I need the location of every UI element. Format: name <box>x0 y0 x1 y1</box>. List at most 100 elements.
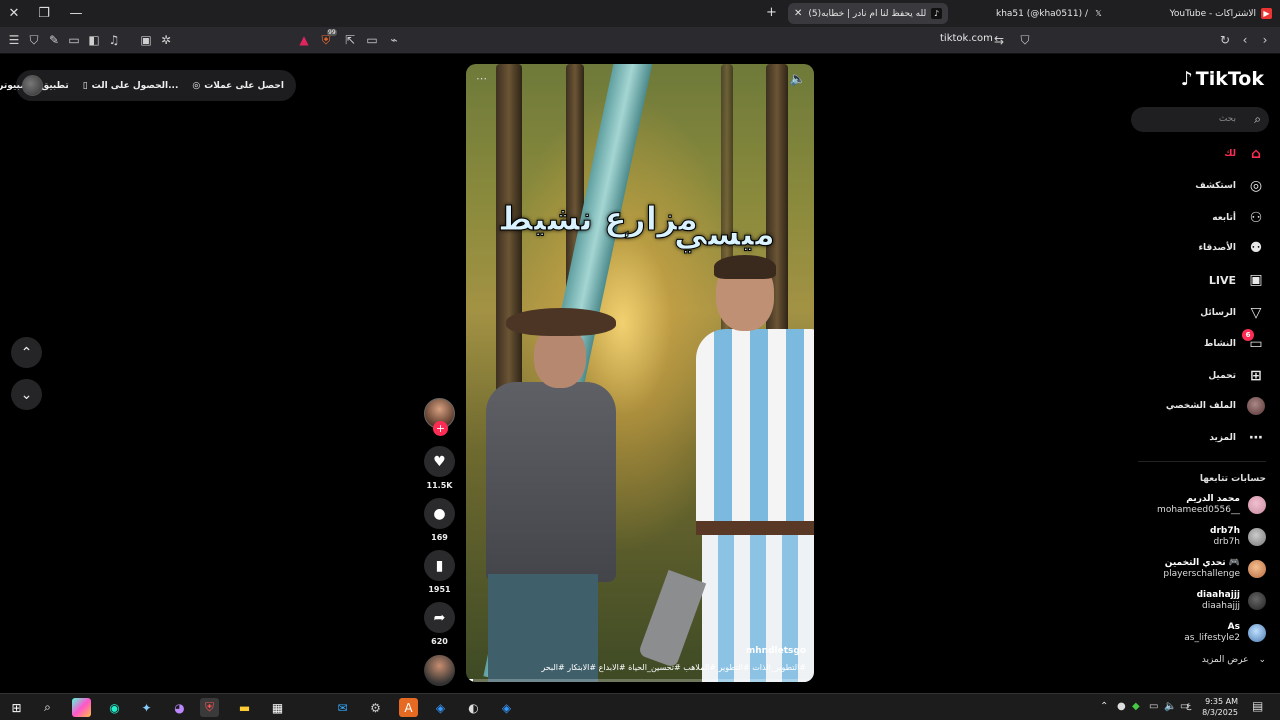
reload-icon[interactable]: ↻ <box>1217 32 1233 48</box>
brush-icon[interactable]: ✎ <box>46 32 62 48</box>
minimize-window-icon[interactable]: — <box>62 0 90 27</box>
nav-messages[interactable]: ▽ الرسائل <box>1200 302 1266 324</box>
followed-account[interactable]: تحدي التخمين 🎮 playerschallenge <box>1163 558 1266 580</box>
edge-icon[interactable]: ◉ <box>105 698 124 717</box>
tab-youtube[interactable]: YouTube - الاشتراكات ▶ <box>1160 3 1278 24</box>
get-mobile-app-button[interactable]: ▯ الحصول على الت... <box>83 81 179 91</box>
network-icon[interactable]: ▭ <box>1149 701 1158 712</box>
nav-friends[interactable]: ⚉ الأصدقاء <box>1198 237 1266 259</box>
get-coins-button[interactable]: ◎ احصل على عملات <box>192 81 284 91</box>
restore-window-icon[interactable]: ❐ <box>30 0 58 27</box>
search-input[interactable]: بحث ⌕ <box>1131 107 1269 132</box>
tiktok-logo[interactable]: ♪ TikTok <box>1181 68 1264 90</box>
chevron-up-icon[interactable]: ⌃ <box>1100 701 1108 712</box>
followed-account[interactable]: محمد الدريم mohameed0556__ <box>1157 494 1266 516</box>
user-avatar[interactable] <box>22 75 43 96</box>
music-icon[interactable]: ♫ <box>106 32 122 48</box>
followed-account[interactable]: diaahajjj diaahajjj <box>1197 590 1266 612</box>
shield-icon[interactable]: ⛉ <box>26 32 42 48</box>
nav-following[interactable]: ⚇ أتابعه <box>1212 207 1266 229</box>
tabs-icon[interactable]: ▭ <box>66 32 82 48</box>
share-action[interactable]: ➦ 620 <box>424 602 455 646</box>
app-blue-icon[interactable]: ◈ <box>497 698 516 717</box>
app-a-icon[interactable]: A <box>399 698 418 717</box>
search-icon[interactable]: ⌕ <box>38 698 57 717</box>
brave-shields-icon[interactable]: ⛨ 99 <box>318 29 337 48</box>
video-author[interactable]: mhndletsgo <box>746 646 806 656</box>
previous-video-button[interactable]: ⌃ <box>11 337 42 368</box>
tab-tiktok[interactable]: ✕ (5)الله يحفظ لنا ام نادر | خطابه ♪ <box>788 3 948 24</box>
nav-more[interactable]: ⋯ المزيد <box>1209 427 1266 449</box>
save-count: 1951 <box>428 585 451 594</box>
nav-activity[interactable]: ▭ 6 النشاط <box>1204 329 1266 355</box>
file-explorer-icon[interactable]: ▬ <box>235 698 254 717</box>
back-icon[interactable]: ‹ <box>1237 32 1253 48</box>
following-accounts-title: حسابات تتابعها <box>1199 474 1266 484</box>
share-arrow-icon[interactable]: ➦ <box>424 602 455 633</box>
network-app-icon[interactable]: ◆ <box>1132 701 1140 712</box>
share-icon[interactable]: ⇱ <box>342 32 358 48</box>
more-options-icon[interactable]: ⋯ <box>476 72 487 85</box>
send-icon: ▽ <box>1250 305 1262 321</box>
comment-icon[interactable]: ● <box>424 498 455 529</box>
followed-account[interactable]: As as_lifestyle2 <box>1184 622 1266 644</box>
brave-icon[interactable]: ⛨ <box>200 698 219 717</box>
nav-profile[interactable]: الملف الشخصي <box>1166 395 1266 417</box>
windows-start-icon[interactable]: ⊞ <box>7 698 26 717</box>
store-icon[interactable]: ▦ <box>268 698 287 717</box>
compass-icon: ◎ <box>1249 178 1263 194</box>
sound-avatar[interactable] <box>424 655 455 686</box>
creator-avatar[interactable]: + <box>424 398 455 436</box>
sidebar-icon[interactable]: ◧ <box>86 32 102 48</box>
bookmark-icon[interactable]: ▮ <box>424 550 455 581</box>
video-caption-farmer: مزارع نشيط <box>497 199 699 239</box>
chrome-icon[interactable]: ◐ <box>464 698 483 717</box>
forward-icon[interactable]: › <box>1257 32 1273 48</box>
video-player[interactable]: مزارع نشيط ميسي ⋯ 🔈 mhndletsgo #التطوير_… <box>466 64 814 682</box>
discord-icon[interactable]: ◕ <box>170 698 189 717</box>
menu-icon[interactable]: ☰ <box>6 32 22 48</box>
translate-icon[interactable]: ⌁ <box>386 32 402 48</box>
nav-upload[interactable]: ⊞ تحميل <box>1208 365 1266 387</box>
activity-badge: 6 <box>1242 329 1254 341</box>
address-bar[interactable]: tiktok.com <box>940 33 993 44</box>
comment-action[interactable]: ● 169 <box>424 498 455 542</box>
tab-x[interactable]: kha51 (@kha0511) / خالد/ X 𝕏 <box>990 3 1110 24</box>
volume-icon[interactable]: 🔈 <box>790 72 806 87</box>
bookmark-icon[interactable]: ⛉ <box>1017 32 1033 48</box>
account-avatar <box>1248 528 1266 546</box>
nav-live[interactable]: ▣ LIVE <box>1209 269 1266 291</box>
wallet-icon[interactable]: ▣ <box>138 32 154 48</box>
microphone-icon[interactable]: ● <box>1117 701 1126 712</box>
like-action[interactable]: ♥ 11.5K <box>424 446 455 490</box>
steam-icon[interactable]: ✦ <box>137 698 156 717</box>
brave-rewards-icon[interactable]: ▲ <box>296 32 312 48</box>
extensions-icon[interactable]: ✲ <box>158 32 174 48</box>
speaker-icon[interactable]: 🔈 <box>1164 701 1176 712</box>
account-name: drb7h <box>1210 526 1240 536</box>
outlook-icon[interactable]: ✉ <box>333 698 352 717</box>
next-video-button[interactable]: ⌄ <box>11 379 42 410</box>
followed-account[interactable]: drb7h drb7h <box>1210 526 1266 548</box>
nav-explore[interactable]: ◎ استكشف <box>1195 175 1266 197</box>
tab-close-icon[interactable]: ✕ <box>794 8 802 19</box>
follow-plus-icon[interactable]: + <box>433 421 448 436</box>
site-settings-icon[interactable]: ⇆ <box>991 32 1007 48</box>
notifications-icon[interactable]: ▤ <box>1252 699 1263 713</box>
nav-for-you[interactable]: ⌂ لك <box>1224 143 1266 165</box>
app-blue-icon[interactable]: ◈ <box>431 698 450 717</box>
tab-title: YouTube - الاشتراكات <box>1169 8 1256 19</box>
cast-icon[interactable]: ▭ <box>364 32 380 48</box>
settings-icon[interactable]: ⚙ <box>366 698 385 717</box>
system-clock[interactable]: 9:35 AM 8/3/2025 <box>1202 696 1238 718</box>
new-tab-button[interactable]: + <box>766 5 777 20</box>
copilot-icon[interactable] <box>72 698 91 717</box>
see-more-button[interactable]: ⌄ عرض المزيد <box>1202 655 1266 665</box>
video-progress-bar[interactable] <box>466 679 814 682</box>
input-language[interactable]: ع <box>1186 701 1191 711</box>
save-action[interactable]: ▮ 1951 <box>424 550 455 594</box>
search-icon[interactable]: ⌕ <box>1254 112 1261 127</box>
heart-icon[interactable]: ♥ <box>424 446 455 477</box>
video-hashtags[interactable]: #التطوير_الذات #التطوير #الملاهب #تحسين_… <box>541 663 806 672</box>
close-window-icon[interactable]: ✕ <box>0 0 28 27</box>
